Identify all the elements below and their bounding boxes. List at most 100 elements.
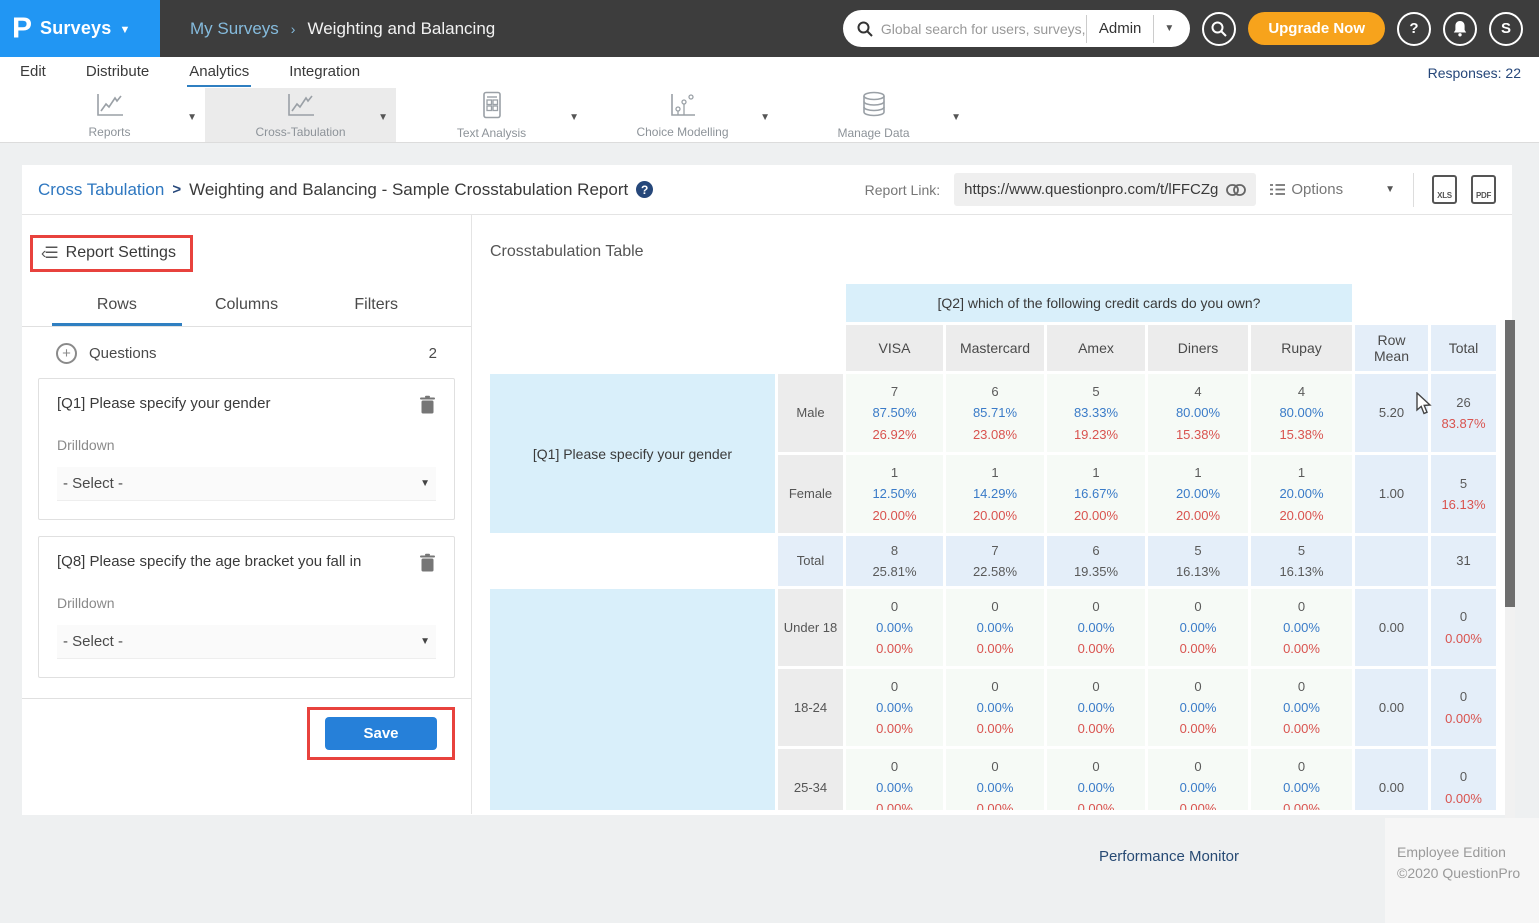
crosstab-heading: Crosstabulation Table (490, 243, 1512, 261)
link-icon[interactable] (1226, 184, 1246, 196)
save-button[interactable]: Save (325, 717, 437, 750)
question-card: [Q1] Please specify your genderDrilldown… (38, 378, 455, 520)
export-pdf-button[interactable]: PDF (1471, 175, 1496, 204)
add-question-icon[interactable]: + (56, 343, 77, 364)
report-settings-panel: ‹☰ Report Settings RowsColumnsFilters + … (22, 215, 472, 814)
toolbar-item-text-analysis[interactable]: Text Analysis▼ (396, 88, 587, 142)
crosstab-data-cell: 00.00%0.00% (1148, 749, 1248, 810)
row-total-cell: 00.00% (1431, 669, 1496, 746)
report-title-bar: Cross Tabulation > Weighting and Balanci… (22, 165, 1512, 215)
row-label: Male (778, 374, 843, 452)
row-mean-cell: 1.00 (1355, 455, 1428, 533)
trash-icon[interactable] (419, 395, 436, 419)
account-avatar[interactable]: S (1489, 12, 1523, 46)
nav-tab-edit[interactable]: Edit (18, 59, 48, 87)
options-caret-icon[interactable]: ▼ (1385, 184, 1395, 195)
report-link-url[interactable]: https://www.questionpro.com/t/lFFCZg (964, 181, 1218, 198)
row-label: 18-24 (778, 669, 843, 746)
bell-icon (1452, 20, 1468, 37)
vertical-scrollbar-thumb[interactable] (1505, 320, 1515, 607)
spacer-cell (490, 536, 775, 586)
report-link-box[interactable]: https://www.questionpro.com/t/lFFCZg (954, 173, 1256, 206)
row-mean-header: RowMean (1355, 325, 1428, 371)
crosstab-data-cell: 583.33%19.23% (1047, 374, 1145, 452)
surveys-product-menu[interactable]: P Surveys ▼ (0, 0, 160, 57)
column-question-header: [Q2] which of the following credit cards… (846, 284, 1352, 322)
report-card: Cross Tabulation > Weighting and Balanci… (22, 165, 1512, 815)
settings-tab-filters[interactable]: Filters (311, 288, 441, 326)
row-label: Female (778, 455, 843, 533)
chevron-down-icon[interactable]: ▼ (378, 112, 388, 123)
chevron-down-icon[interactable]: ▼ (760, 112, 770, 123)
spacer-cell (1355, 284, 1428, 322)
question-card: [Q8] Please specify the age bracket you … (38, 536, 455, 678)
scatter-chart-icon (669, 92, 697, 123)
row-mean-cell: 5.20 (1355, 374, 1428, 452)
toolbar-item-manage-data[interactable]: Manage Data▼ (778, 88, 969, 142)
spacer-cell (490, 284, 775, 322)
drilldown-select[interactable]: - Select -▼ (57, 625, 436, 659)
document-grid-icon (481, 91, 503, 124)
chevron-down-icon: ▼ (420, 478, 430, 489)
cross-tabulation-link[interactable]: Cross Tabulation (38, 180, 164, 200)
chevron-down-icon[interactable]: ▼ (187, 112, 197, 123)
crosstab-row-total: Total825.81%722.58%619.35%516.13%516.13%… (490, 536, 1496, 586)
row-total-cell: 2683.87% (1431, 374, 1496, 452)
crosstab-data-cell: 00.00%0.00% (1251, 589, 1352, 666)
global-search-box: Admin ▼ (843, 10, 1190, 47)
crosstab-data-cell: 120.00%20.00% (1148, 455, 1248, 533)
question-mark-icon: ? (1409, 20, 1418, 37)
sidebar-divider (22, 698, 471, 699)
search-scope-caret-icon[interactable]: ▼ (1154, 23, 1186, 34)
grand-total-cell: 31 (1431, 536, 1496, 586)
chevron-down-icon[interactable]: ▼ (951, 112, 961, 123)
question-card-title: [Q1] Please specify your gender (57, 395, 419, 412)
report-settings-annotation-box: ‹☰ Report Settings (30, 235, 193, 272)
chevron-down-icon[interactable]: ▼ (569, 112, 579, 123)
drilldown-select[interactable]: - Select -▼ (57, 467, 436, 501)
nav-tab-distribute[interactable]: Distribute (84, 59, 151, 87)
row-label: 25-34 (778, 749, 843, 810)
row-question-label (490, 589, 775, 810)
chevron-down-icon: ▼ (119, 24, 130, 36)
search-submit-button[interactable] (1202, 12, 1236, 46)
settings-tabs: RowsColumnsFilters (22, 288, 471, 327)
report-help-icon[interactable]: ? (636, 181, 653, 198)
search-icon (1211, 21, 1227, 37)
export-xls-button[interactable]: XLS (1432, 175, 1457, 204)
notifications-button[interactable] (1443, 12, 1477, 46)
toolbar-item-cross-tabulation[interactable]: Cross-Tabulation▼ (205, 88, 396, 142)
save-annotation-box: Save (307, 707, 455, 760)
crosstab-data-cell: 00.00%0.00% (1047, 589, 1145, 666)
report-title: Weighting and Balancing - Sample Crossta… (189, 180, 628, 200)
edition-info: Employee Edition ©2020 QuestionPro (1385, 818, 1539, 923)
row-total-cell: 00.00% (1431, 749, 1496, 810)
nav-tab-integration[interactable]: Integration (287, 59, 362, 87)
avatar-initial: S (1501, 20, 1511, 37)
options-menu[interactable]: Options (1270, 181, 1343, 198)
toolbar-item-choice-modelling[interactable]: Choice Modelling▼ (587, 88, 778, 142)
crosstab-data-cell: 00.00%0.00% (946, 749, 1044, 810)
crosstab-data-cell: 114.29%20.00% (946, 455, 1044, 533)
breadcrumb-my-surveys[interactable]: My Surveys (190, 19, 279, 39)
upgrade-now-button[interactable]: Upgrade Now (1248, 12, 1385, 45)
vertical-scrollbar-track[interactable] (1505, 320, 1515, 860)
global-search-input[interactable] (881, 21, 1086, 37)
crosstab-data-cell: 120.00%20.00% (1251, 455, 1352, 533)
spacer-cell (778, 284, 843, 322)
pdf-file-icon: PDF (1476, 191, 1491, 200)
report-settings-toggle[interactable]: ‹☰ Report Settings (41, 243, 176, 263)
trash-icon[interactable] (419, 553, 436, 577)
help-button[interactable]: ? (1397, 12, 1431, 46)
spacer-cell (778, 325, 843, 371)
settings-tab-columns[interactable]: Columns (182, 288, 312, 326)
performance-monitor-link[interactable]: Performance Monitor (1099, 848, 1239, 865)
search-icon (857, 21, 873, 37)
crosstab-data-cell: 00.00%0.00% (946, 589, 1044, 666)
search-scope-label[interactable]: Admin (1087, 20, 1154, 37)
settings-tab-rows[interactable]: Rows (52, 288, 182, 326)
crosstab-row-male: [Q1] Please specify your genderMale787.5… (490, 374, 1496, 452)
toolbar-item-reports[interactable]: Reports▼ (14, 88, 205, 142)
product-label: Surveys (40, 18, 111, 39)
nav-tab-analytics[interactable]: Analytics (187, 59, 251, 87)
